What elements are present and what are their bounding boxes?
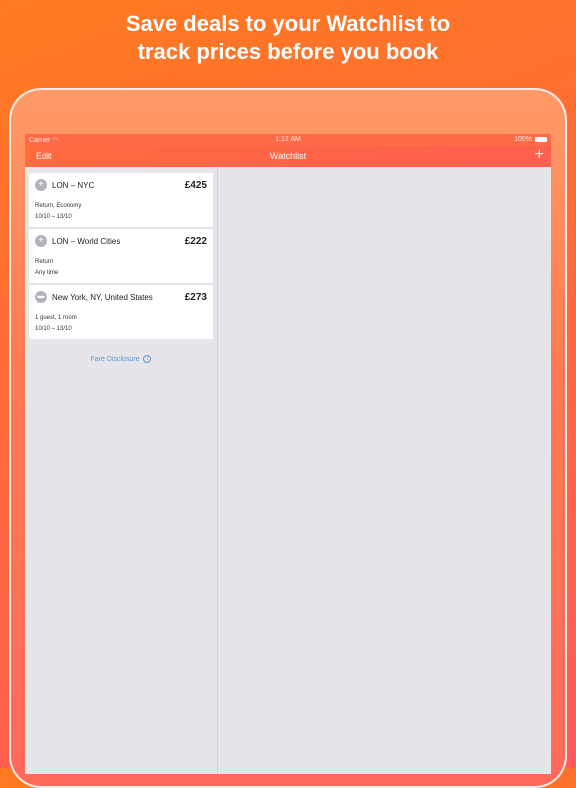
- battery-percent: 100%: [514, 136, 532, 143]
- item-details: Return, Economy: [35, 203, 82, 209]
- item-route: LON – NYC: [52, 181, 95, 190]
- watchlist-item[interactable]: ✈ LON – World Cities £222 Return Any tim…: [29, 229, 213, 283]
- item-dates: 10/10 – 13/10: [35, 214, 72, 220]
- item-price: £273: [184, 292, 207, 303]
- nav-bar: Edit Watchlist +: [25, 146, 551, 167]
- app-screen: Carrier ◠ 1:12 AM 100% Edit Watchlist + …: [25, 134, 551, 774]
- nav-title: Watchlist: [269, 151, 307, 161]
- fare-disclosure-label: Fare Disclosure: [90, 355, 140, 363]
- promo-headline: Save deals to your Watchlist to track pr…: [0, 10, 576, 66]
- watchlist-item[interactable]: ✈ LON – NYC £425 Return, Economy 10/10 –…: [29, 173, 213, 227]
- item-details: 1 guest, 1 room: [35, 315, 77, 321]
- fare-disclosure-link[interactable]: Fare Disclosure i: [25, 355, 217, 363]
- detail-pane: [218, 167, 551, 774]
- watchlist-item[interactable]: ▬ New York, NY, United States £273 1 gue…: [29, 285, 213, 339]
- item-price: £425: [184, 180, 207, 191]
- battery-status: 100%: [514, 136, 547, 143]
- plane-icon: ✈: [35, 179, 47, 191]
- add-button[interactable]: +: [535, 147, 544, 163]
- split-view: ✈ LON – NYC £425 Return, Economy 10/10 –…: [25, 167, 551, 774]
- item-price: £222: [184, 236, 207, 247]
- promo-line-1: Save deals to your Watchlist to: [125, 11, 451, 36]
- status-time: 1:12 AM: [275, 136, 301, 143]
- info-icon: i: [143, 355, 152, 363]
- plane-icon: ✈: [35, 235, 47, 247]
- bed-icon: ▬: [35, 291, 47, 303]
- item-dates: 10/10 – 13/10: [35, 326, 72, 332]
- promo-line-2: track prices before you book: [137, 39, 439, 64]
- battery-icon: [535, 137, 547, 142]
- status-bar: Carrier ◠ 1:12 AM 100%: [25, 134, 551, 146]
- item-route: LON – World Cities: [52, 237, 121, 246]
- item-details: Return: [35, 259, 54, 265]
- item-route: New York, NY, United States: [52, 293, 153, 302]
- item-dates: Any time: [35, 270, 59, 276]
- watchlist-pane: ✈ LON – NYC £425 Return, Economy 10/10 –…: [25, 167, 218, 774]
